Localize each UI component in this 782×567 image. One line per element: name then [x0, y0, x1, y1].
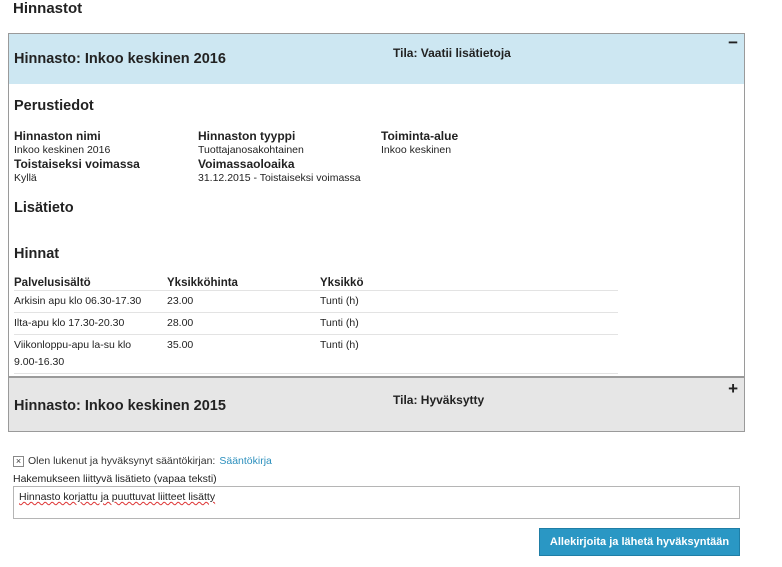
valid-indefinitely-value: Kyllä [14, 172, 37, 184]
additional-info-heading: Lisätieto [14, 200, 74, 216]
column-header-unit-price: Yksikköhinta [167, 274, 320, 291]
pricelist-title: Hinnasto: Inkoo keskinen 2015 [14, 398, 226, 414]
table-row: Viikonloppu-apu la-su klo 9.00-16.30 35.… [14, 334, 618, 374]
prices-table: Palvelusisältö Yksikköhinta Yksikkö Arki… [14, 274, 618, 374]
pricelist-name-label: Hinnaston nimi [14, 129, 101, 143]
operating-area-label: Toiminta-alue [381, 129, 459, 143]
pricelist-type-value: Tuottajanosakohtainen [198, 144, 304, 156]
cell-unit-price: 35.00 [167, 334, 320, 374]
valid-indefinitely-label: Toistaiseksi voimassa [14, 157, 140, 171]
rules-link[interactable]: Sääntökirja [219, 455, 272, 467]
rules-acceptance: × Olen lukenut ja hyväksynyt sääntökirja… [13, 455, 272, 467]
prices-heading: Hinnat [14, 246, 60, 262]
validity-period-label: Voimassaoloaika [198, 157, 295, 171]
page-title: Hinnastot [13, 0, 83, 17]
cell-service: Ilta-apu klo 17.30-20.30 [14, 312, 167, 335]
submit-button[interactable]: Allekirjoita ja lähetä hyväksyntään [539, 528, 740, 556]
pricelist-status: Tila: Vaatii lisätietoja [393, 46, 511, 60]
cell-unit-price: 23.00 [167, 290, 320, 313]
collapse-icon[interactable]: − [728, 34, 738, 51]
extra-info-label: Hakemukseen liittyvä lisätieto (vapaa te… [13, 473, 217, 485]
cell-unit: Tunti (h) [320, 290, 618, 313]
extra-info-text: Hinnasto korjattu ja puuttuvat liitteet … [19, 491, 216, 503]
extra-info-textarea[interactable]: Hinnasto korjattu ja puuttuvat liitteet … [13, 486, 740, 519]
pricelist-type-label: Hinnaston tyyppi [198, 129, 296, 143]
rules-checkbox[interactable]: × [13, 455, 24, 467]
rules-label: Olen lukenut ja hyväksynyt sääntökirjan: [28, 455, 216, 467]
column-header-service: Palvelusisältö [14, 274, 167, 291]
pricelist-panel-2015[interactable]: Hinnasto: Inkoo keskinen 2015 Tila: Hyvä… [8, 377, 745, 432]
expand-icon[interactable]: + [728, 380, 738, 397]
pricelist-title: Hinnasto: Inkoo keskinen 2016 [14, 51, 226, 67]
table-header-row: Palvelusisältö Yksikköhinta Yksikkö [14, 274, 618, 291]
table-row: Arkisin apu klo 06.30-17.30 23.00 Tunti … [14, 290, 618, 313]
operating-area-value: Inkoo keskinen [381, 144, 452, 156]
table-row: Ilta-apu klo 17.30-20.30 28.00 Tunti (h) [14, 312, 618, 335]
pricelist-name-value: Inkoo keskinen 2016 [14, 144, 111, 156]
pricelist-panel-2016: Hinnasto: Inkoo keskinen 2016 Tila: Vaat… [8, 33, 745, 377]
basic-info-heading: Perustiedot [14, 98, 94, 114]
pricelist-header-2016[interactable]: Hinnasto: Inkoo keskinen 2016 Tila: Vaat… [9, 34, 744, 84]
column-header-unit: Yksikkö [320, 274, 618, 291]
cell-unit: Tunti (h) [320, 312, 618, 335]
cell-unit-price: 28.00 [167, 312, 320, 335]
validity-period-value: 31.12.2015 - Toistaiseksi voimassa [198, 172, 361, 184]
cell-service: Arkisin apu klo 06.30-17.30 [14, 290, 167, 313]
cell-unit: Tunti (h) [320, 334, 618, 374]
pricelist-status: Tila: Hyväksytty [393, 393, 485, 407]
cell-service: Viikonloppu-apu la-su klo 9.00-16.30 [14, 334, 167, 374]
